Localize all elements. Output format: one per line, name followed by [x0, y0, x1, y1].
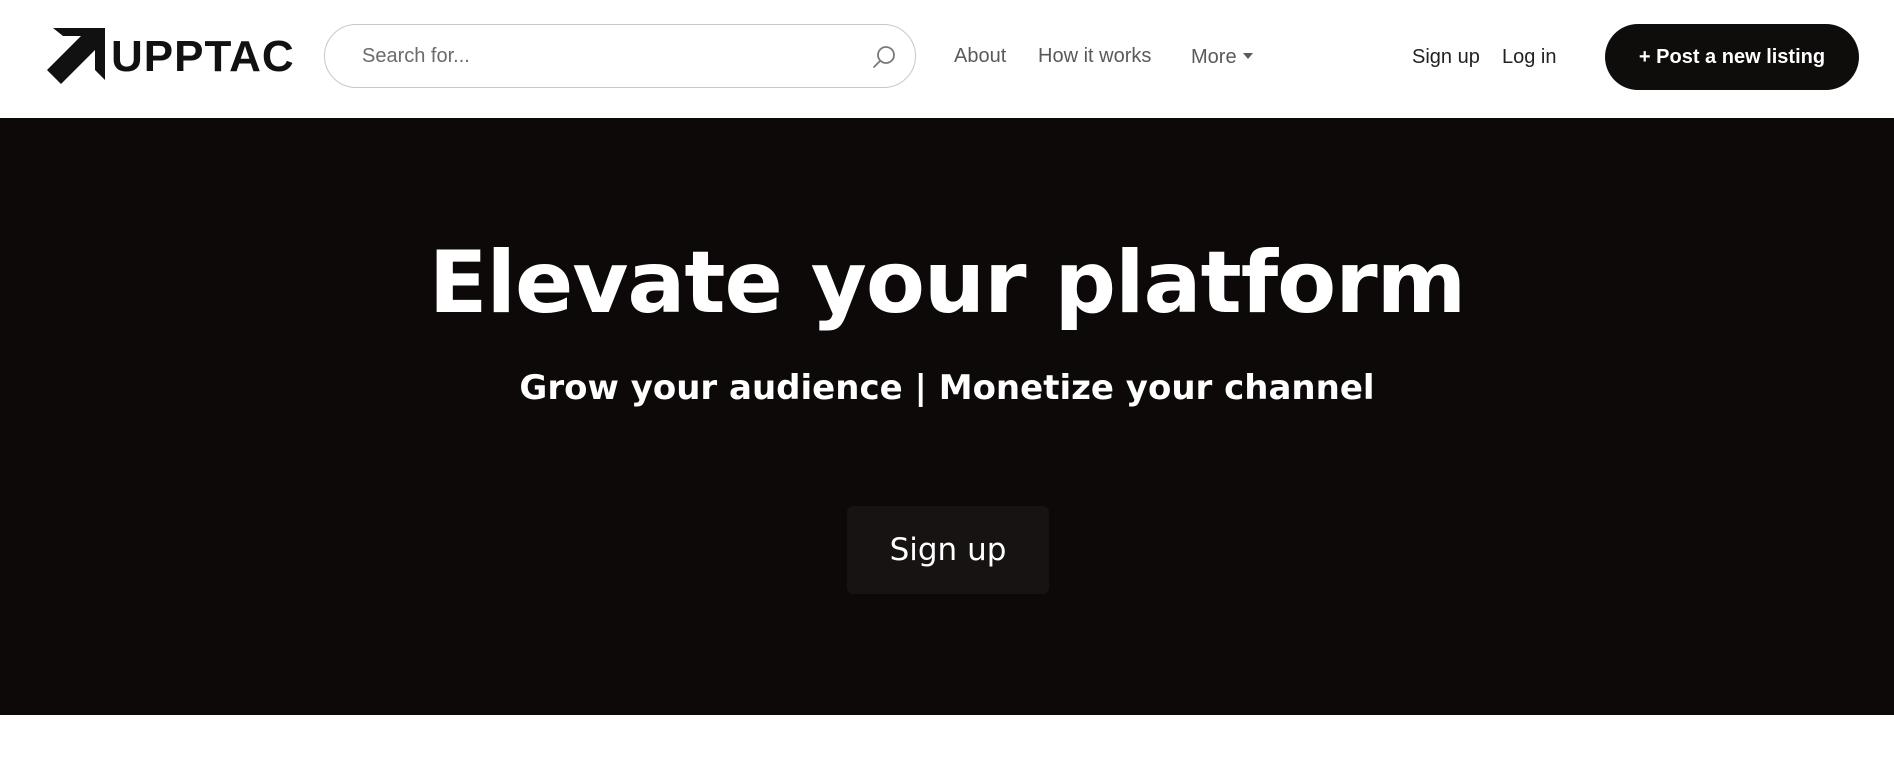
log-in-link[interactable]: Log in: [1502, 45, 1557, 69]
sign-up-link[interactable]: Sign up: [1412, 45, 1480, 69]
search-bar: [324, 24, 916, 88]
top-nav-bar: UPPTAC About How it works More Sign up L…: [0, 0, 1894, 118]
search-input[interactable]: [360, 43, 834, 69]
search-icon[interactable]: [871, 44, 897, 70]
caret-down-icon: [1242, 52, 1253, 59]
nav-more-label: More: [1191, 46, 1237, 68]
hero-subtitle: Grow your audience | Monetize your chann…: [519, 368, 1375, 408]
nav-more-dropdown[interactable]: More: [1191, 45, 1253, 69]
arrow-up-right-icon: [47, 28, 105, 86]
hero-sign-up-button[interactable]: Sign up: [847, 506, 1049, 594]
logo-link[interactable]: UPPTAC: [47, 27, 295, 87]
hero-title: Elevate your platform: [428, 233, 1466, 333]
hero-section: Elevate your platform Grow your audience…: [0, 118, 1894, 715]
logo-wordmark: UPPTAC: [111, 32, 295, 81]
nav-how-it-works-link[interactable]: How it works: [1038, 44, 1151, 68]
nav-about-link[interactable]: About: [954, 44, 1006, 68]
post-new-listing-button[interactable]: + Post a new listing: [1605, 24, 1859, 90]
